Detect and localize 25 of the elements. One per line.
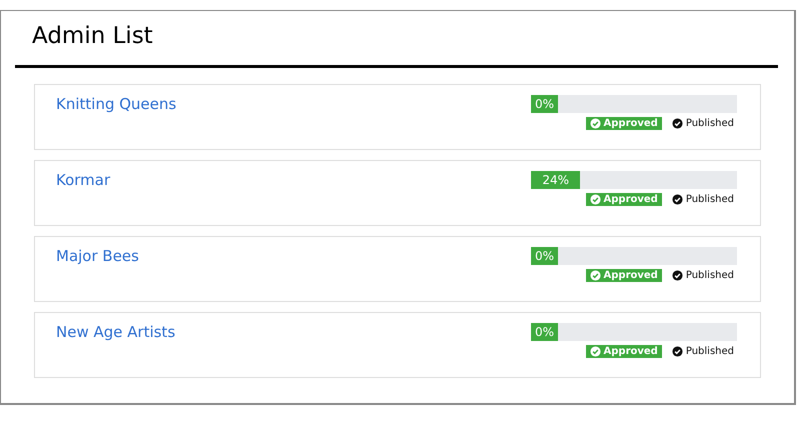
check-circle-icon (672, 346, 683, 357)
item-link[interactable]: Kormar (56, 171, 110, 225)
item-link[interactable]: New Age Artists (56, 323, 176, 377)
published-status: Published (672, 194, 737, 205)
progress-fill: 0% (531, 323, 558, 341)
page-title: Admin List (31, 22, 154, 51)
item-link[interactable]: Knitting Queens (56, 95, 176, 149)
published-status: Published (672, 346, 737, 357)
approved-badge: Approved (586, 193, 662, 206)
published-status: Published (672, 270, 737, 281)
check-circle-icon (672, 194, 683, 205)
check-circle-icon (590, 118, 601, 129)
check-circle-icon (672, 118, 683, 129)
check-circle-icon (590, 194, 601, 205)
check-circle-icon (672, 270, 683, 281)
check-circle-icon (590, 346, 601, 357)
progress-fill: 24% (531, 171, 580, 189)
check-circle-icon (590, 270, 601, 281)
item-link[interactable]: Major Bees (56, 247, 139, 301)
progress-fill: 0% (531, 247, 558, 265)
progress-fill: 0% (531, 95, 558, 113)
approved-badge: Approved (586, 269, 662, 282)
approved-badge: Approved (586, 345, 662, 358)
published-status: Published (672, 118, 737, 129)
approved-badge: Approved (586, 117, 662, 130)
